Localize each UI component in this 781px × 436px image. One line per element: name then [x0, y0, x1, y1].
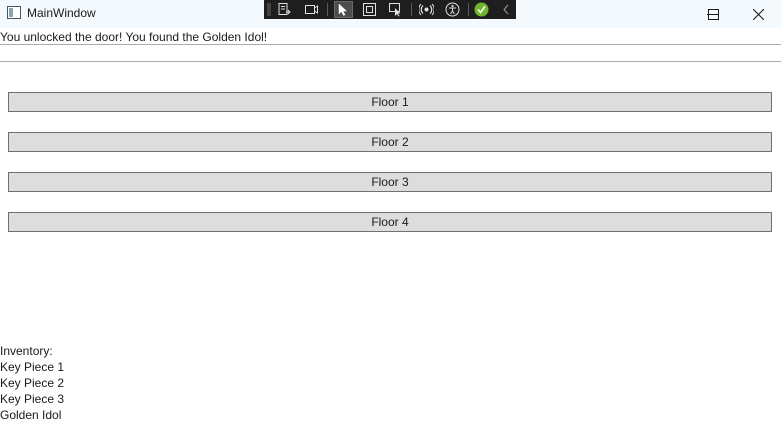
inventory-item: Golden Idol [0, 408, 62, 422]
toolbar-separator [468, 3, 469, 16]
inventory-item: Key Piece 3 [0, 392, 65, 406]
window-title: MainWindow [27, 6, 96, 20]
toolbar-separator [327, 3, 328, 16]
window-app-icon [7, 6, 21, 19]
status-ok-icon [474, 2, 489, 17]
runtime-debug-toolbar [264, 0, 516, 19]
hot-reload-icon [419, 3, 434, 16]
collapse-toolbar-button[interactable] [497, 1, 516, 18]
track-focused-element-button[interactable] [386, 1, 405, 18]
display-layout-adorners-button[interactable] [360, 1, 379, 18]
separator-line [0, 61, 781, 62]
floor-3-button[interactable]: Floor 3 [8, 172, 772, 192]
status-button[interactable] [472, 1, 491, 18]
close-icon [752, 8, 764, 20]
close-button[interactable] [735, 0, 781, 28]
display-runtime-tools-button[interactable] [302, 1, 321, 18]
separator-line [0, 44, 781, 45]
hot-reload-button[interactable] [417, 1, 436, 18]
go-to-live-visual-tree-button[interactable] [275, 1, 294, 18]
go-to-live-visual-tree-icon [278, 3, 291, 15]
inventory-header: Inventory: [0, 344, 53, 358]
floor-4-button[interactable]: Floor 4 [8, 212, 772, 232]
accessibility-checker-button[interactable] [443, 1, 462, 18]
display-layout-adorners-icon [363, 3, 376, 16]
select-element-button[interactable] [334, 1, 353, 18]
inventory-item: Key Piece 1 [0, 360, 65, 374]
display-runtime-tools-icon [305, 5, 318, 14]
inventory-panel: Inventory: Key Piece 1 Key Piece 2 Key P… [0, 343, 64, 423]
maximize-icon [707, 8, 719, 20]
maximize-button[interactable] [690, 0, 736, 28]
accessibility-checker-icon [445, 2, 460, 17]
floor-2-button[interactable]: Floor 2 [8, 132, 772, 152]
select-element-icon [338, 3, 348, 16]
toolbar-grip-icon[interactable] [267, 3, 271, 16]
toolbar-separator [411, 3, 412, 16]
track-focused-element-icon [389, 3, 401, 17]
status-message: You unlocked the door! You found the Gol… [0, 30, 268, 44]
floor-1-button[interactable]: Floor 1 [8, 92, 772, 112]
inventory-item: Key Piece 2 [0, 376, 65, 390]
collapse-toolbar-icon [503, 4, 509, 15]
